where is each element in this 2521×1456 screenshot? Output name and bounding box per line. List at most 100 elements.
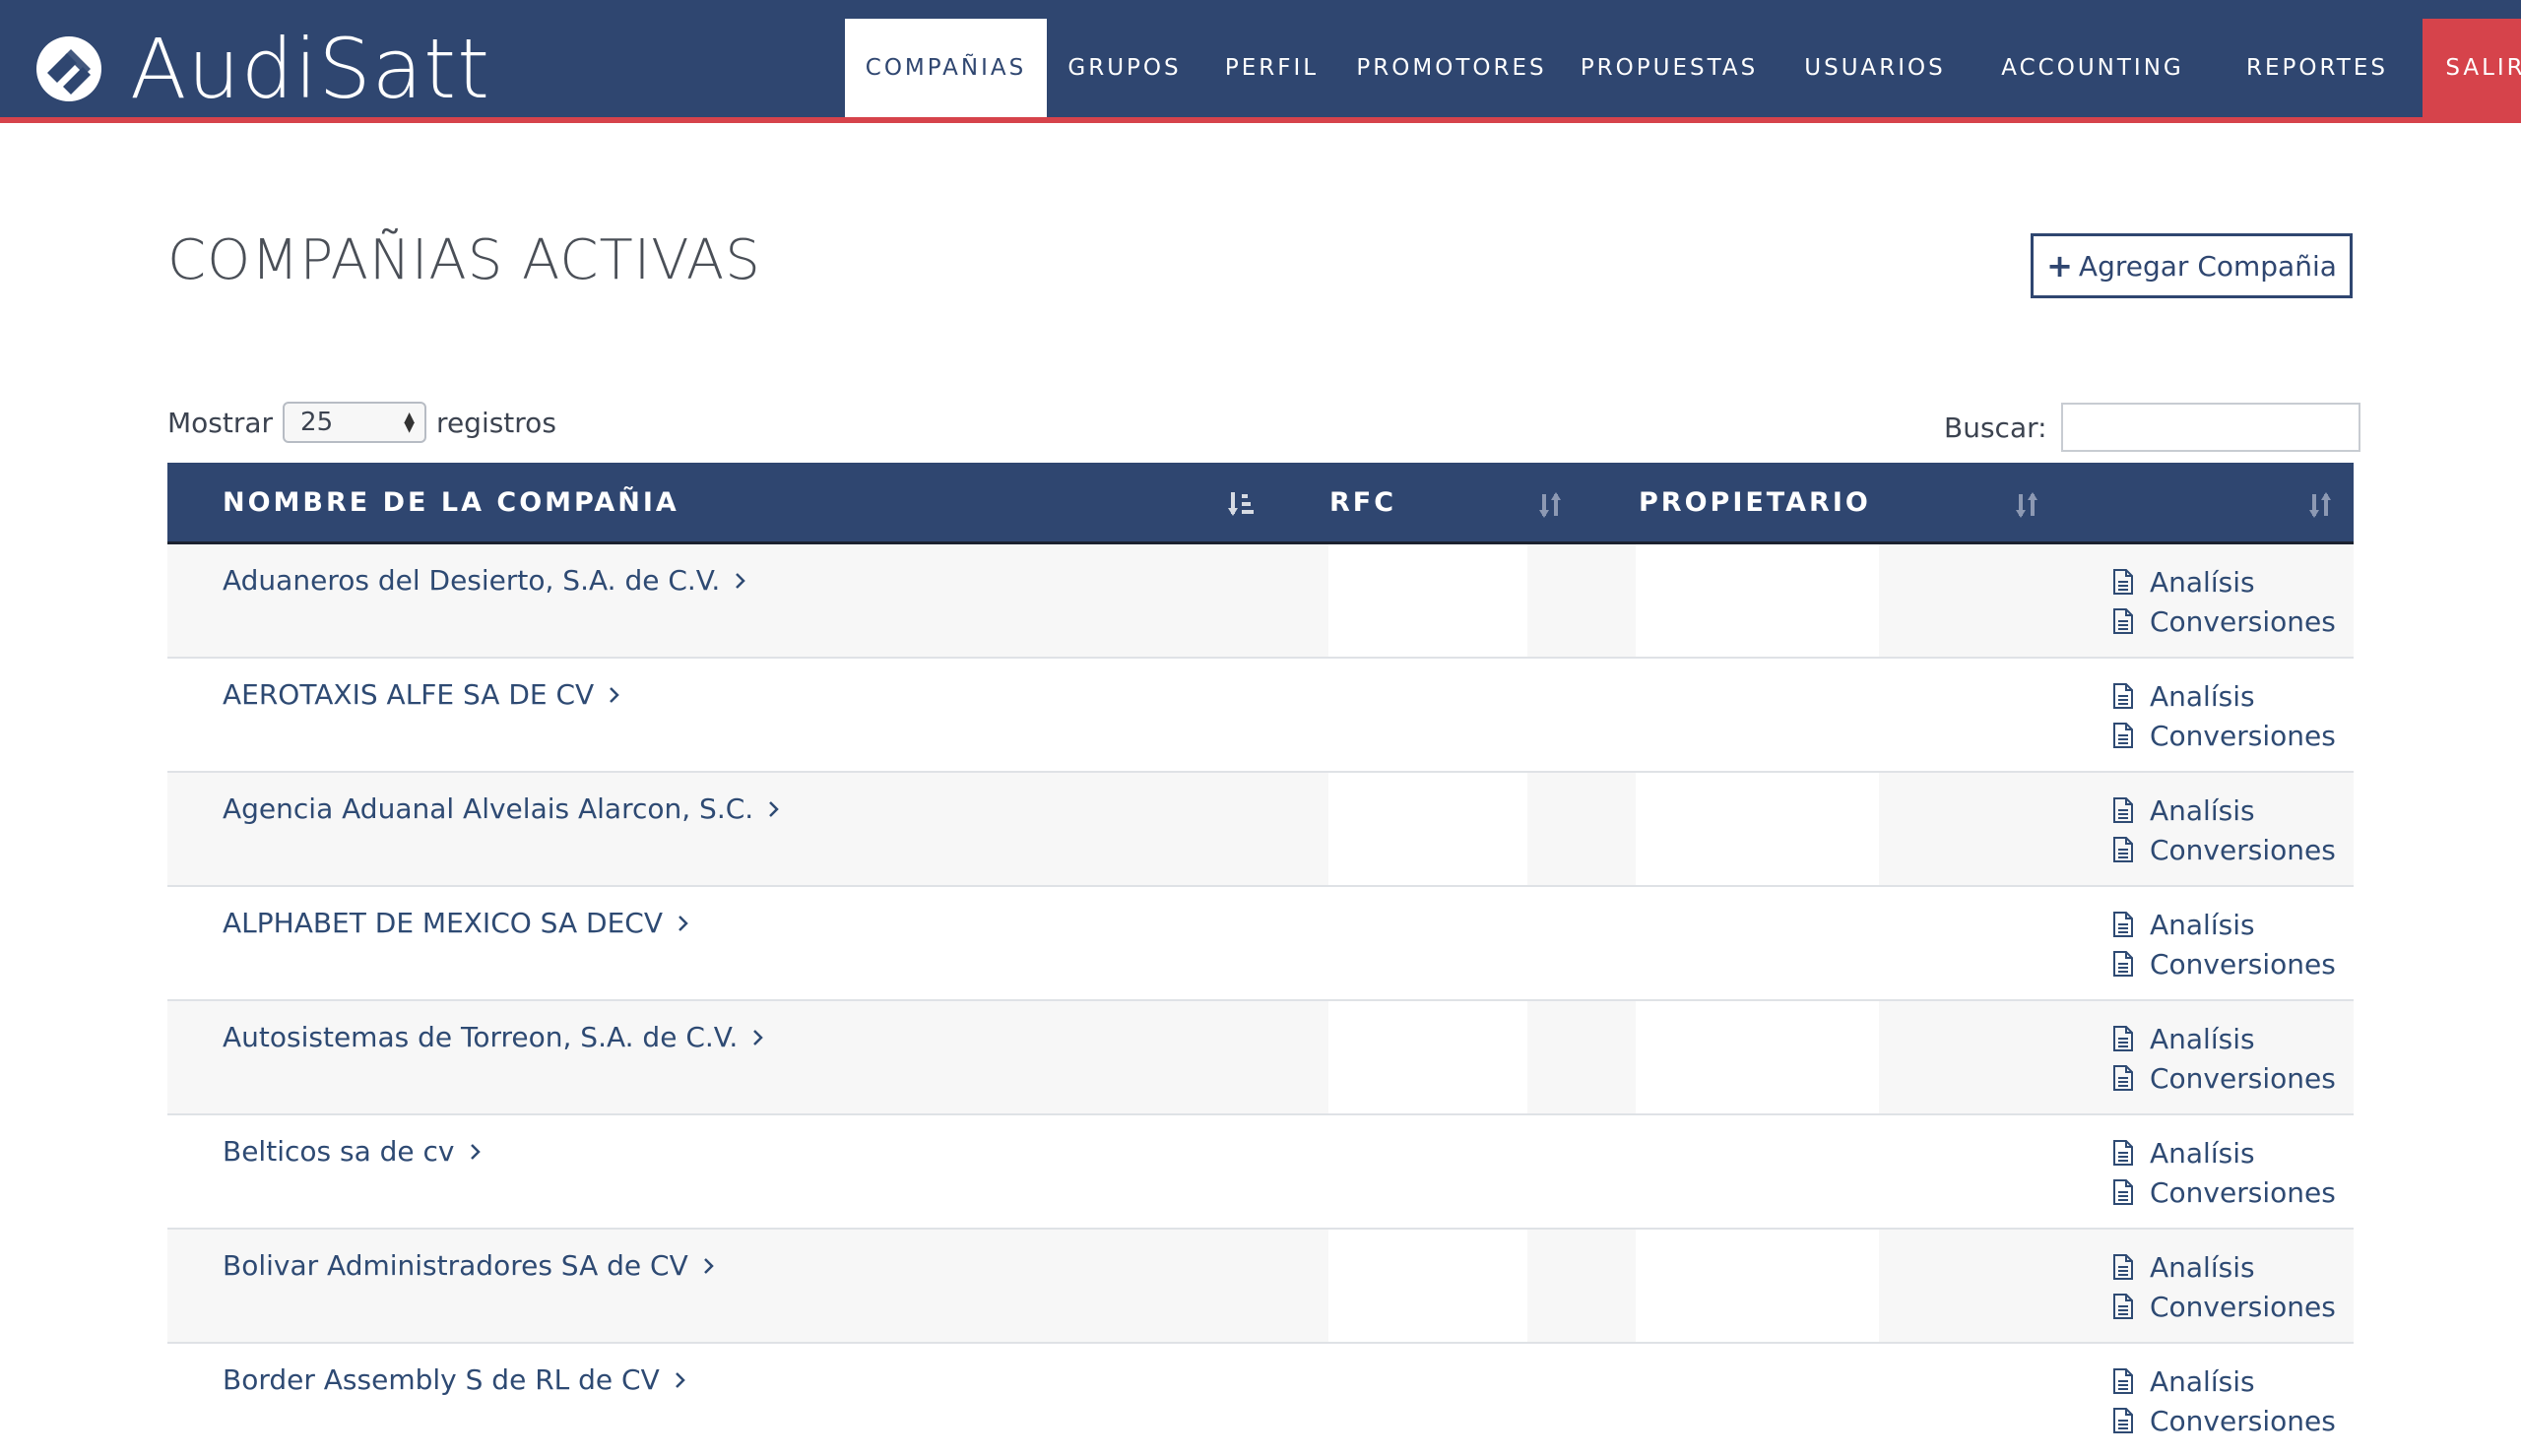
conversions-link[interactable]: Conversiones — [2112, 601, 2336, 641]
show-label: Mostrar — [167, 406, 274, 439]
search-label: Buscar: — [1944, 411, 2047, 444]
analysis-link[interactable]: Analísis — [2112, 1133, 2336, 1172]
company-link[interactable]: Border Assembly S de RL de CV — [223, 1363, 687, 1396]
document-icon — [2113, 837, 2133, 862]
row-actions: Analísis Conversiones — [2112, 1361, 2336, 1440]
nav-perfil[interactable]: PERFIL — [1202, 19, 1341, 117]
row-actions: Analísis Conversiones — [2112, 1133, 2336, 1212]
table-row: Autosistemas de Torreon, S.A. de C.V. An… — [167, 1001, 2354, 1115]
table-header: NOMBRE DE LA COMPAÑIA RFC PROPIETARIO — [167, 463, 2354, 544]
chevron-right-icon — [736, 572, 746, 589]
row-actions: Analísis Conversiones — [2112, 676, 2336, 755]
row-actions: Analísis Conversiones — [2112, 791, 2336, 869]
chevron-right-icon — [679, 915, 688, 931]
audisatt-logo-icon — [36, 36, 101, 101]
conversions-link[interactable]: Conversiones — [2112, 1172, 2336, 1212]
table-body: Aduaneros del Desierto, S.A. de C.V. Ana… — [167, 544, 2354, 1456]
sort-icon[interactable] — [1536, 490, 1564, 520]
header-owner[interactable]: PROPIETARIO — [1639, 463, 1871, 541]
table-row: Belticos sa de cv Analísis Conversiones — [167, 1115, 2354, 1230]
nav-grupos[interactable]: GRUPOS — [1047, 19, 1202, 117]
chevron-right-icon — [470, 1143, 481, 1160]
document-icon — [2113, 723, 2133, 748]
add-company-label: Agregar Compañia — [2078, 249, 2337, 283]
document-icon — [2113, 1408, 2133, 1433]
table-row: Agencia Aduanal Alvelais Alarcon, S.C. A… — [167, 773, 2354, 887]
search: Buscar: — [1944, 403, 2360, 452]
table-row: Border Assembly S de RL de CV Analísis C… — [167, 1344, 2354, 1456]
conversions-link[interactable]: Conversiones — [2112, 1058, 2336, 1098]
conversions-link[interactable]: Conversiones — [2112, 944, 2336, 983]
analysis-link[interactable]: Analísis — [2112, 676, 2336, 716]
company-link[interactable]: Belticos sa de cv — [223, 1135, 483, 1168]
page-size-select[interactable]: 25 ▲ ▼ — [283, 402, 427, 443]
select-arrows-icon: ▲ ▼ — [404, 410, 416, 435]
nav-salir[interactable]: SALIR — [2423, 19, 2521, 117]
company-link[interactable]: AEROTAXIS ALFE SA DE CV — [223, 678, 621, 711]
document-icon — [2113, 1065, 2133, 1091]
nav-accounting[interactable]: ACCOUNTING — [1973, 19, 2212, 117]
analysis-link[interactable]: Analísis — [2112, 1019, 2336, 1058]
row-actions: Analísis Conversiones — [2112, 1247, 2336, 1326]
analysis-link[interactable]: Analísis — [2112, 562, 2336, 601]
nav-usuarios[interactable]: USUARIOS — [1777, 19, 1973, 117]
company-link[interactable]: Bolivar Administradores SA de CV — [223, 1249, 716, 1282]
analysis-link[interactable]: Analísis — [2112, 791, 2336, 830]
records-label: registros — [436, 406, 556, 439]
analysis-link[interactable]: Analísis — [2112, 1247, 2336, 1287]
header-rfc[interactable]: RFC — [1329, 463, 1396, 541]
sort-ascending-icon[interactable] — [1227, 490, 1255, 520]
document-icon — [2113, 951, 2133, 977]
nav-reportes[interactable]: REPORTES — [2212, 19, 2423, 117]
table-row: AEROTAXIS ALFE SA DE CV Analísis Convers… — [167, 659, 2354, 773]
conversions-link[interactable]: Conversiones — [2112, 830, 2336, 869]
companies-table: NOMBRE DE LA COMPAÑIA RFC PROPIETARIO Ad… — [167, 463, 2354, 1456]
company-link[interactable]: ALPHABET DE MEXICO SA DECV — [223, 907, 690, 939]
chevron-right-icon — [703, 1257, 714, 1274]
main-nav: COMPAÑIAS GRUPOS PERFIL PROMOTORES PROPU… — [845, 19, 2521, 117]
analysis-link[interactable]: Analísis — [2112, 905, 2336, 944]
page-size-value: 25 — [300, 408, 334, 437]
document-icon — [2113, 1140, 2133, 1166]
records-per-page: Mostrar 25 ▲ ▼ registros — [167, 402, 556, 443]
plus-icon: + — [2046, 247, 2073, 285]
page-title: COMPAÑIAS ACTIVAS — [167, 228, 761, 292]
conversions-link[interactable]: Conversiones — [2112, 1401, 2336, 1440]
table-row: Aduaneros del Desierto, S.A. de C.V. Ana… — [167, 544, 2354, 659]
company-link[interactable]: Aduaneros del Desierto, S.A. de C.V. — [223, 564, 747, 597]
document-icon — [2113, 1294, 2133, 1319]
nav-promotores[interactable]: PROMOTORES — [1341, 19, 1562, 117]
chevron-right-icon — [675, 1371, 685, 1388]
sort-icon[interactable] — [2013, 490, 2040, 520]
document-icon — [2113, 1026, 2133, 1051]
search-input[interactable] — [2060, 403, 2360, 452]
nav-companias[interactable]: COMPAÑIAS — [845, 19, 1047, 117]
company-link[interactable]: Autosistemas de Torreon, S.A. de C.V. — [223, 1021, 765, 1053]
brand[interactable]: AudiSatt — [33, 22, 490, 116]
row-actions: Analísis Conversiones — [2112, 1019, 2336, 1098]
document-icon — [2113, 797, 2133, 823]
chevron-right-icon — [610, 686, 619, 703]
analysis-link[interactable]: Analísis — [2112, 1361, 2336, 1401]
row-actions: Analísis Conversiones — [2112, 905, 2336, 983]
document-icon — [2113, 683, 2133, 709]
document-icon — [2113, 608, 2133, 634]
sort-icon[interactable] — [2306, 490, 2334, 520]
table-row: ALPHABET DE MEXICO SA DECV Analísis Conv… — [167, 887, 2354, 1001]
document-icon — [2113, 912, 2133, 937]
company-link[interactable]: Agencia Aduanal Alvelais Alarcon, S.C. — [223, 792, 781, 825]
document-icon — [2113, 1179, 2133, 1205]
add-company-button[interactable]: + Agregar Compañia — [2031, 233, 2353, 298]
document-icon — [2113, 569, 2133, 595]
brand-name: AudiSatt — [130, 21, 491, 117]
nav-propuestas[interactable]: PROPUESTAS — [1562, 19, 1777, 117]
row-actions: Analísis Conversiones — [2112, 562, 2336, 641]
chevron-right-icon — [753, 1029, 764, 1045]
document-icon — [2113, 1368, 2133, 1394]
top-navbar: AudiSatt COMPAÑIAS GRUPOS PERFIL PROMOTO… — [0, 0, 2521, 123]
document-icon — [2113, 1254, 2133, 1280]
chevron-right-icon — [769, 800, 779, 817]
header-company-name[interactable]: NOMBRE DE LA COMPAÑIA — [223, 463, 679, 541]
conversions-link[interactable]: Conversiones — [2112, 716, 2336, 755]
conversions-link[interactable]: Conversiones — [2112, 1287, 2336, 1326]
